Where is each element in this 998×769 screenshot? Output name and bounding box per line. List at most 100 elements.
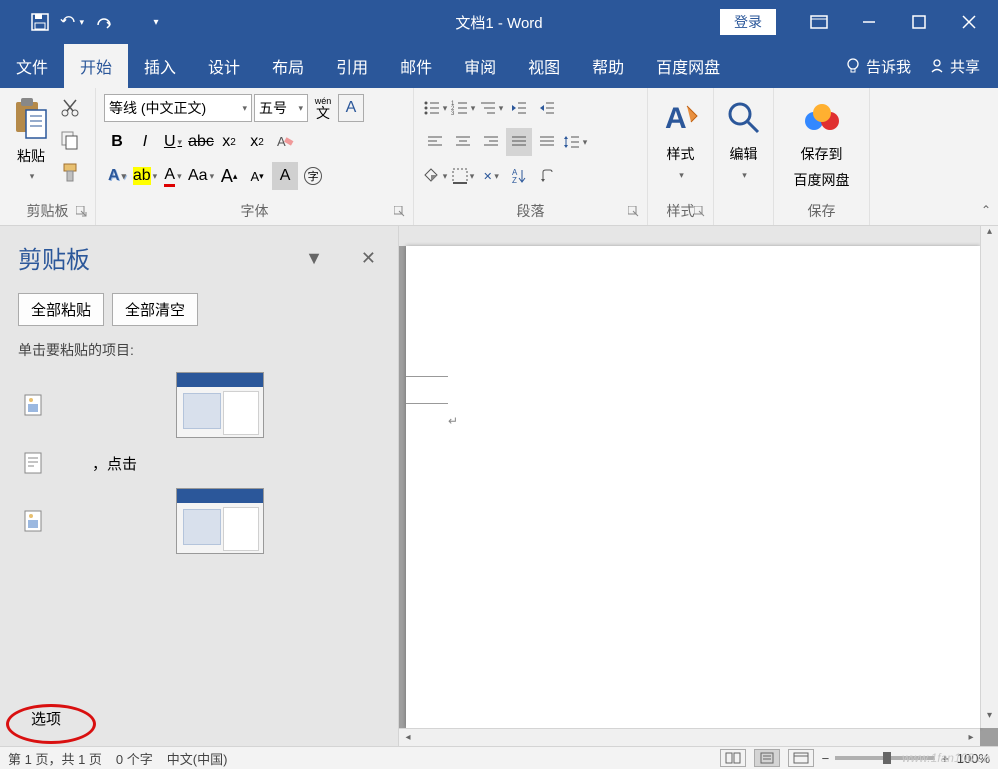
font-size-select[interactable]: 五号▾ [254, 94, 308, 122]
print-layout-icon[interactable] [754, 749, 780, 767]
paste-button[interactable]: 粘贴 ▾ [8, 94, 54, 196]
numbering-icon[interactable]: 123▾ [450, 94, 476, 122]
save-icon[interactable] [28, 10, 52, 34]
justify-icon[interactable] [506, 128, 532, 156]
tab-mailings[interactable]: 邮件 [384, 44, 448, 88]
paste-all-button[interactable]: 全部粘贴 [18, 293, 104, 326]
dialog-launcher-icon[interactable] [394, 206, 407, 219]
highlight-icon[interactable]: ab▾ [132, 162, 158, 190]
options-button[interactable]: 选项 [18, 703, 74, 734]
align-right-icon[interactable] [478, 128, 504, 156]
document-page[interactable]: ↵ [406, 246, 980, 728]
collapse-ribbon-icon[interactable]: ⌃ [974, 88, 998, 225]
web-layout-icon[interactable] [788, 749, 814, 767]
group-label: 段落 [414, 201, 647, 221]
zoom-slider[interactable]: − + [822, 751, 949, 766]
quick-access-toolbar: ▾ ▾ [4, 10, 168, 34]
maximize-icon[interactable] [894, 0, 944, 44]
styles-button[interactable]: A 样式 ▾ [656, 94, 705, 185]
copy-icon[interactable] [60, 130, 82, 152]
shading-icon[interactable]: ▾ [422, 162, 448, 190]
tab-help[interactable]: 帮助 [576, 44, 640, 88]
bullets-icon[interactable]: ▾ [422, 94, 448, 122]
tell-me-button[interactable]: 告诉我 [845, 56, 911, 77]
title-bar: ▾ ▾ 文档1 - Word 登录 [0, 0, 998, 44]
align-left-icon[interactable] [422, 128, 448, 156]
text-item-icon [24, 452, 44, 474]
align-center-icon[interactable] [450, 128, 476, 156]
text-effects-icon[interactable]: A▾ [104, 162, 130, 190]
clipboard-item[interactable]: ，点击 [18, 448, 380, 478]
decrease-indent-icon[interactable] [506, 94, 532, 122]
zoom-level[interactable]: 100% [957, 751, 990, 766]
italic-icon[interactable]: I [132, 128, 158, 156]
word-count[interactable]: 0 个字 [116, 749, 153, 768]
vertical-scrollbar[interactable]: ▴ ▾ [980, 226, 998, 728]
clear-format-icon[interactable]: A [272, 128, 298, 156]
zoom-in-icon[interactable]: + [941, 751, 949, 766]
ribbon-display-icon[interactable] [794, 0, 844, 44]
increase-indent-icon[interactable] [534, 94, 560, 122]
tab-layout[interactable]: 布局 [256, 44, 320, 88]
language-indicator[interactable]: 中文(中国) [167, 749, 228, 768]
zoom-out-icon[interactable]: − [822, 751, 830, 766]
group-clipboard: 粘贴 ▾ 剪贴板 [0, 88, 96, 225]
tab-view[interactable]: 视图 [512, 44, 576, 88]
sort-icon[interactable]: AZ [506, 162, 532, 190]
clipboard-item[interactable] [18, 484, 380, 558]
panel-dropdown-icon[interactable]: ▼ [305, 248, 323, 269]
font-name-select[interactable]: 等线 (中文正文)▾ [104, 94, 252, 122]
dialog-launcher-icon[interactable] [628, 206, 641, 219]
save-baidu-button[interactable]: 保存到 百度网盘 [782, 94, 861, 194]
login-button[interactable]: 登录 [720, 9, 776, 35]
borders-icon[interactable]: ▾ [450, 162, 476, 190]
asian-layout-icon[interactable]: ✕▾ [478, 162, 504, 190]
page-indicator[interactable]: 第 1 页，共 1 页 [8, 749, 102, 768]
line-spacing-icon[interactable]: ▾ [562, 128, 588, 156]
ruler[interactable] [399, 226, 980, 246]
tab-baidu[interactable]: 百度网盘 [640, 44, 736, 88]
strikethrough-icon[interactable]: abc [188, 128, 214, 156]
underline-icon[interactable]: U▾ [160, 128, 186, 156]
subscript-icon[interactable]: x2 [216, 128, 242, 156]
clipboard-item[interactable] [18, 368, 380, 442]
dialog-launcher-icon[interactable] [694, 206, 707, 219]
clear-all-button[interactable]: 全部清空 [112, 293, 198, 326]
minimize-icon[interactable] [844, 0, 894, 44]
tab-insert[interactable]: 插入 [128, 44, 192, 88]
tab-home[interactable]: 开始 [64, 44, 128, 88]
editing-button[interactable]: 编辑 ▾ [722, 94, 765, 185]
enclose-character-icon[interactable]: 字 [300, 162, 326, 190]
tab-design[interactable]: 设计 [192, 44, 256, 88]
phonetic-guide-icon[interactable]: wén文 [310, 94, 336, 122]
font-color-icon[interactable]: A▾ [160, 162, 186, 190]
character-shading-icon[interactable]: A [272, 162, 298, 190]
cut-icon[interactable] [60, 98, 82, 120]
share-button[interactable]: 共享 [929, 56, 980, 77]
qat-customize-icon[interactable]: ▾ [144, 10, 168, 34]
scroll-up-icon[interactable]: ▴ [981, 226, 998, 244]
multilevel-list-icon[interactable]: ▾ [478, 94, 504, 122]
bold-icon[interactable]: B [104, 128, 130, 156]
scroll-right-icon[interactable]: ▸ [962, 729, 980, 746]
tab-review[interactable]: 审阅 [448, 44, 512, 88]
redo-icon[interactable] [92, 10, 116, 34]
character-border-icon[interactable]: A [338, 94, 364, 122]
read-mode-icon[interactable] [720, 749, 746, 767]
panel-close-icon[interactable]: ✕ [361, 248, 376, 269]
scroll-left-icon[interactable]: ◂ [399, 729, 417, 746]
shrink-font-icon[interactable]: A▾ [244, 162, 270, 190]
horizontal-scrollbar[interactable]: ◂ ▸ [399, 728, 980, 746]
grow-font-icon[interactable]: A▴ [216, 162, 242, 190]
superscript-icon[interactable]: x2 [244, 128, 270, 156]
tab-references[interactable]: 引用 [320, 44, 384, 88]
change-case-icon[interactable]: Aa▾ [188, 162, 214, 190]
format-painter-icon[interactable] [60, 162, 82, 184]
distribute-icon[interactable] [534, 128, 560, 156]
undo-icon[interactable]: ▾ [60, 10, 84, 34]
tab-file[interactable]: 文件 [0, 44, 64, 88]
close-icon[interactable] [944, 0, 994, 44]
scroll-down-icon[interactable]: ▾ [981, 710, 998, 728]
show-marks-icon[interactable] [534, 162, 560, 190]
dialog-launcher-icon[interactable] [76, 206, 89, 219]
